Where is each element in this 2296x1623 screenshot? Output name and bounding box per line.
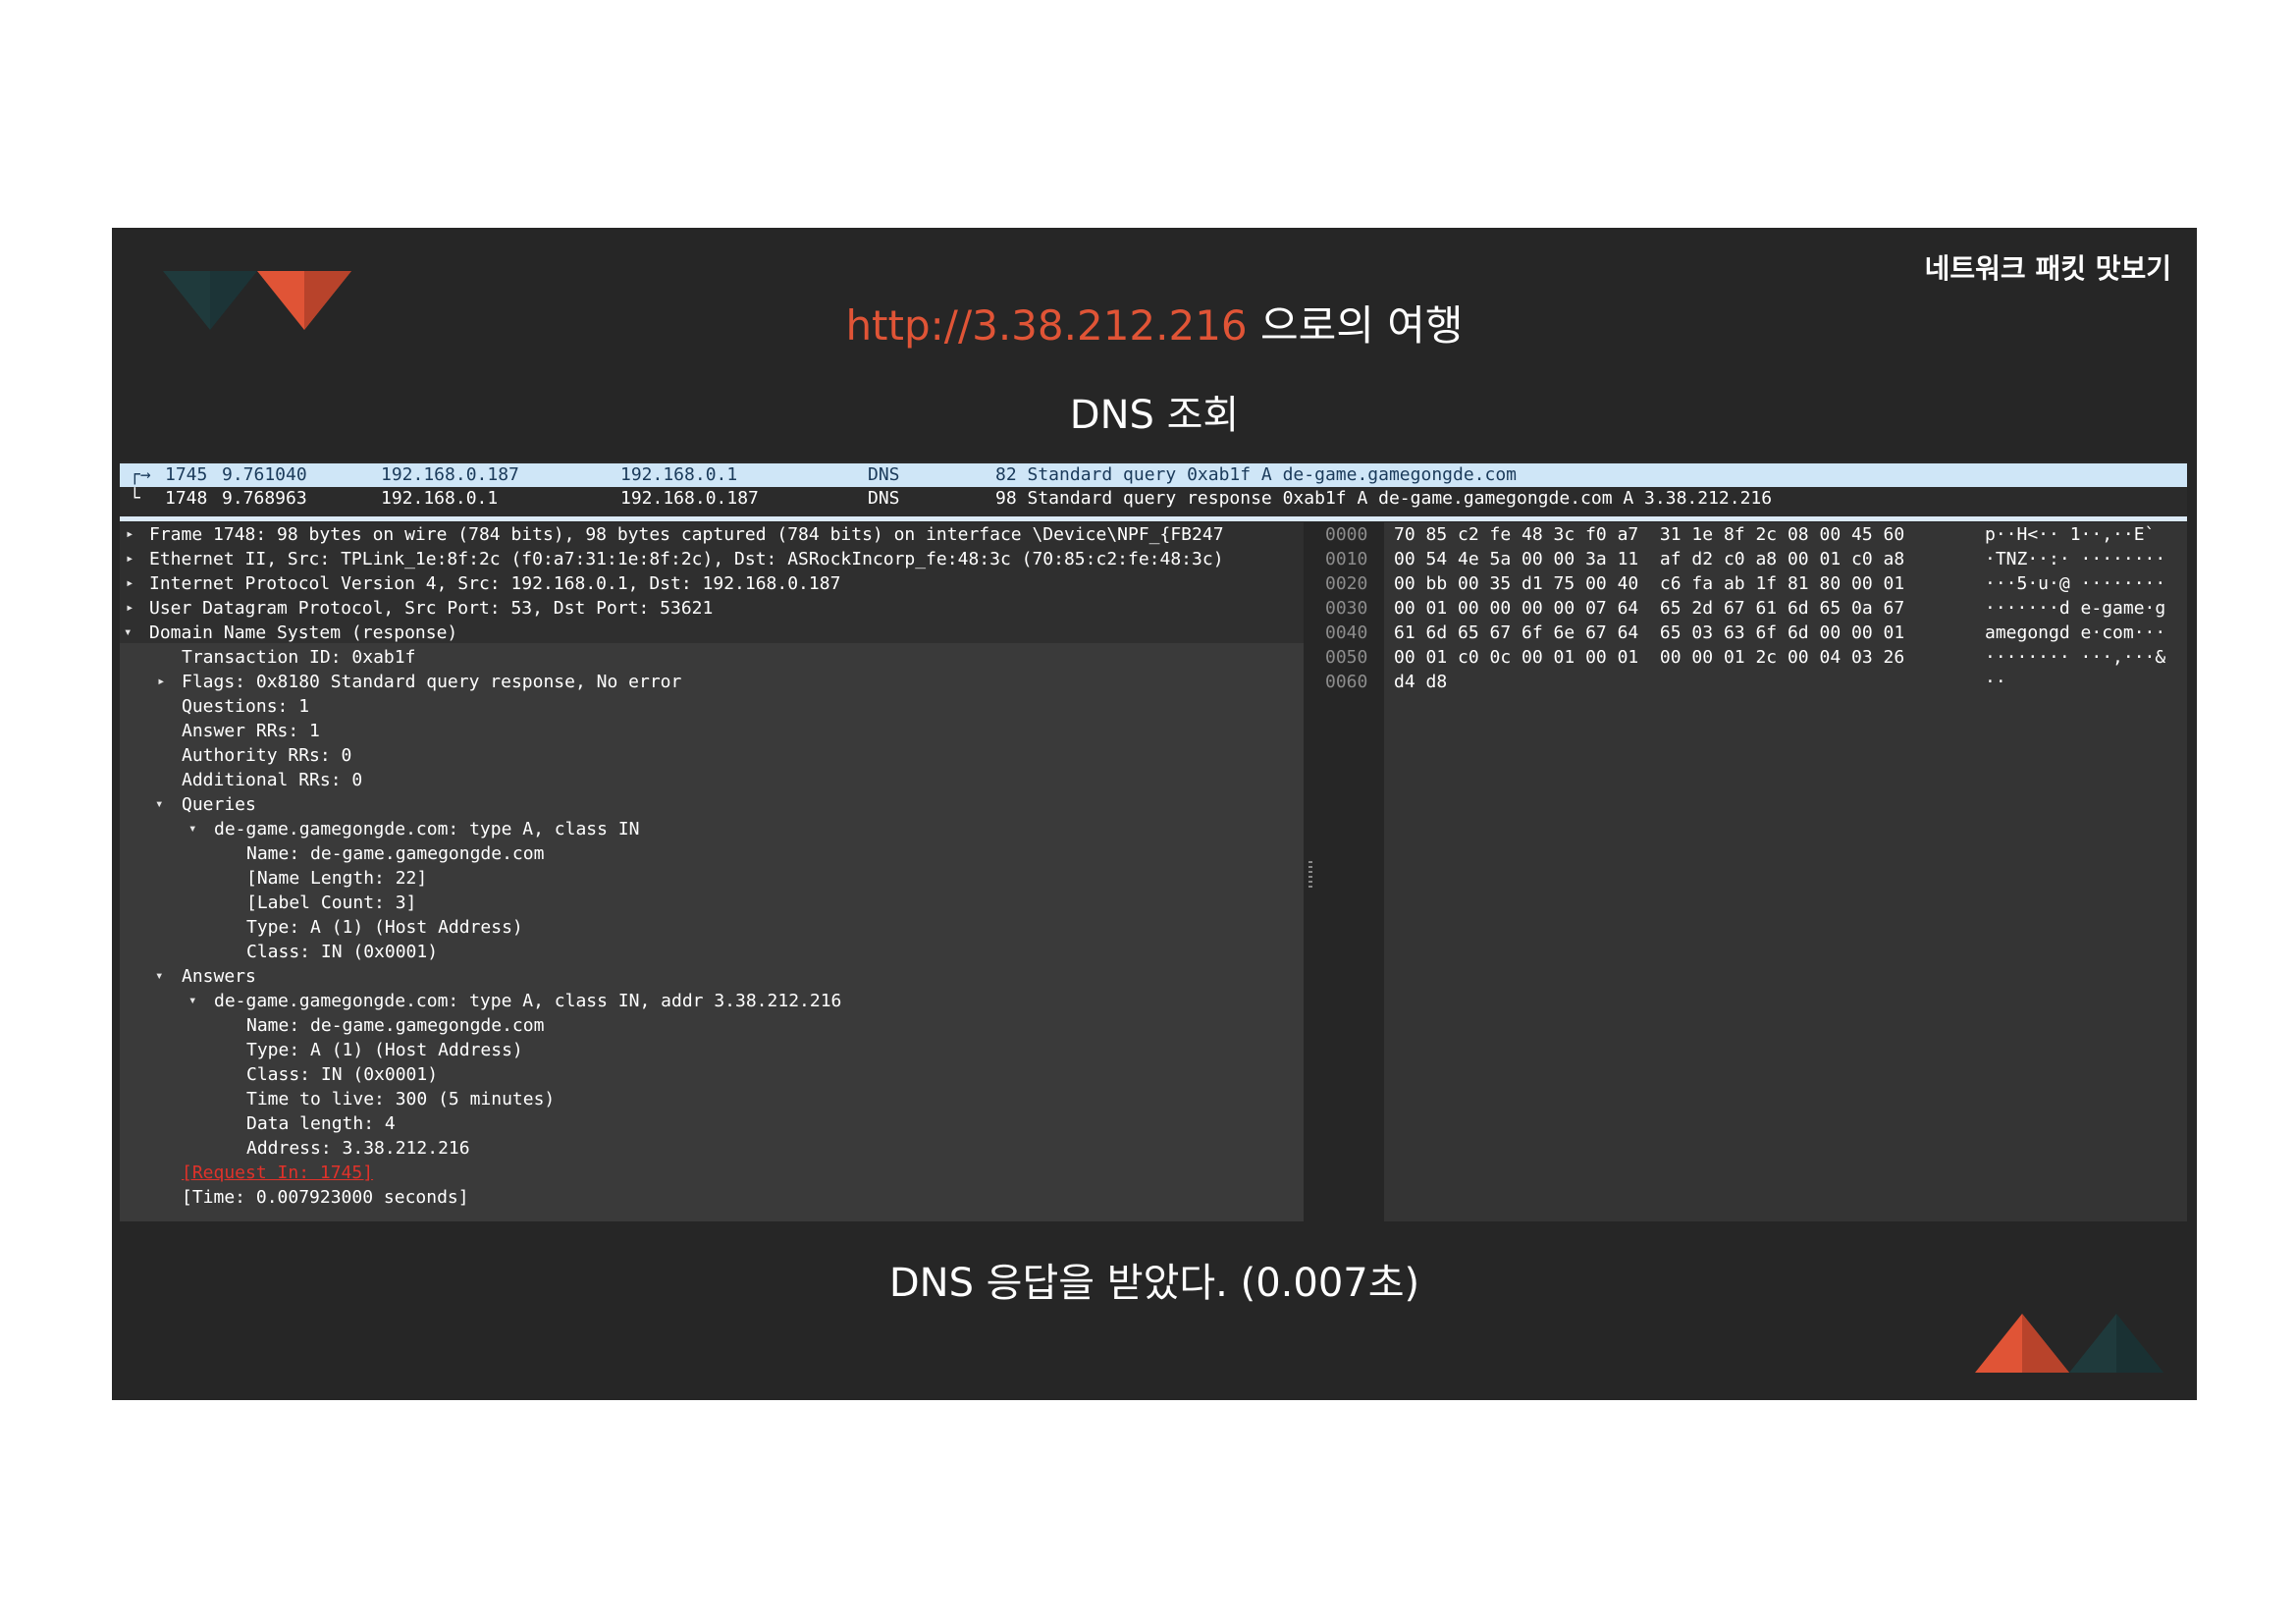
pane-splitter[interactable] <box>1306 522 1315 1221</box>
hex-ascii[interactable]: ·······d e-game·g <box>1985 596 2165 621</box>
hex-bytes[interactable]: 00 bb 00 35 d1 75 00 40 c6 fa ab 1f 81 8… <box>1394 571 1904 596</box>
expand-arrow-icon[interactable]: ▸ <box>126 526 133 542</box>
tree-item-query-entry[interactable]: de-game.gamegongde.com: type A, class IN <box>214 817 639 841</box>
hex-dump-pane[interactable]: 0000 70 85 c2 fe 48 3c f0 a7 31 1e 8f 2c… <box>1315 522 2187 1221</box>
tree-item-answer-ttl[interactable]: Time to live: 300 (5 minutes) <box>246 1087 555 1111</box>
hex-ascii[interactable]: ·· <box>1985 670 2006 694</box>
packet-time: 9.768963 <box>222 488 307 509</box>
tree-item-answer-class[interactable]: Class: IN (0x0001) <box>246 1062 438 1087</box>
hex-offset: 0030 <box>1325 598 1368 619</box>
packet-list[interactable]: ┌→ 1745 9.761040 192.168.0.187 192.168.0… <box>120 461 2187 521</box>
hex-offset: 0050 <box>1325 647 1368 668</box>
slide: 네트워크 패킷 맛보기 http://3.38.212.216 으로의 여행 D… <box>112 228 2197 1400</box>
hex-offset: 0010 <box>1325 549 1368 569</box>
packet-dst: 192.168.0.1 <box>620 464 738 485</box>
tree-item-ethernet[interactable]: Ethernet II, Src: TPLink_1e:8f:2c (f0:a7… <box>149 547 1224 571</box>
expand-arrow-icon[interactable]: ▸ <box>126 600 133 616</box>
tree-item-time[interactable]: [Time: 0.007923000 seconds] <box>182 1185 469 1210</box>
packet-info: 98 Standard query response 0xab1f A de-g… <box>995 488 1773 509</box>
tree-item-query-label-count[interactable]: [Label Count: 3] <box>246 891 416 915</box>
hex-bytes[interactable]: 00 01 c0 0c 00 01 00 01 00 00 01 2c 00 0… <box>1394 645 1904 670</box>
packet-src: 192.168.0.187 <box>381 464 519 485</box>
packet-dst: 192.168.0.187 <box>620 488 759 509</box>
packet-row[interactable]: ┌→ 1745 9.761040 192.168.0.187 192.168.0… <box>120 463 2187 487</box>
request-marker-icon: ┌→ <box>130 464 151 485</box>
hex-bytes[interactable]: 61 6d 65 67 6f 6e 67 64 65 03 63 6f 6d 0… <box>1394 621 1904 645</box>
hex-ascii[interactable]: ········ ···,···& <box>1985 645 2165 670</box>
expand-arrow-icon[interactable]: ▸ <box>126 575 133 591</box>
hex-offset: 0020 <box>1325 573 1368 594</box>
tree-item-query-type[interactable]: Type: A (1) (Host Address) <box>246 915 523 940</box>
packet-row[interactable]: └ 1748 9.768963 192.168.0.1 192.168.0.18… <box>120 487 2187 511</box>
expand-arrow-icon[interactable]: ▸ <box>157 674 165 689</box>
tree-item-frame[interactable]: Frame 1748: 98 bytes on wire (784 bits),… <box>149 522 1224 547</box>
logo-triangles-bottom <box>1975 1314 2163 1373</box>
hex-offset: 0060 <box>1325 672 1368 692</box>
tree-item-udp[interactable]: User Datagram Protocol, Src Port: 53, Ds… <box>149 596 713 621</box>
packet-info: 82 Standard query 0xab1f A de-game.gameg… <box>995 464 1518 485</box>
tree-item-answer-address[interactable]: Address: 3.38.212.216 <box>246 1136 470 1161</box>
tree-item-query-class[interactable]: Class: IN (0x0001) <box>246 940 438 964</box>
hex-offset: 0040 <box>1325 622 1368 643</box>
slide-subtitle: DNS 조회 <box>1069 393 1240 438</box>
packet-src: 192.168.0.1 <box>381 488 499 509</box>
packet-proto: DNS <box>868 464 900 485</box>
tree-item-query-name-length[interactable]: [Name Length: 22] <box>246 866 427 891</box>
hex-bytes[interactable]: d4 d8 <box>1394 670 1447 694</box>
collapse-arrow-icon[interactable]: ▾ <box>188 821 196 837</box>
title-rest: 으로의 여행 <box>1247 301 1464 350</box>
packet-no: 1745 <box>165 464 208 485</box>
tree-item-answers[interactable]: Answers <box>182 964 256 989</box>
hex-ascii[interactable]: ···5·u·@ ········ <box>1985 571 2165 596</box>
packet-time: 9.761040 <box>222 464 307 485</box>
tree-item-dns[interactable]: Domain Name System (response) <box>149 621 457 645</box>
collapse-arrow-icon[interactable]: ▾ <box>155 796 163 812</box>
packet-details-tree[interactable]: ▸ Frame 1748: 98 bytes on wire (784 bits… <box>120 522 1304 1221</box>
hex-bytes[interactable]: 70 85 c2 fe 48 3c f0 a7 31 1e 8f 2c 08 0… <box>1394 522 1904 547</box>
tree-item-transaction-id[interactable]: Transaction ID: 0xab1f <box>182 645 415 670</box>
title-url: http://3.38.212.216 <box>845 301 1248 350</box>
hex-ascii[interactable]: ·TNZ··:· ········ <box>1985 547 2165 571</box>
hex-bytes[interactable]: 00 54 4e 5a 00 00 3a 11 af d2 c0 a8 00 0… <box>1394 547 1904 571</box>
packet-no: 1748 <box>165 488 208 509</box>
hex-offset: 0000 <box>1325 524 1368 545</box>
hex-bytes[interactable]: 00 01 00 00 00 00 07 64 65 2d 67 61 6d 6… <box>1394 596 1904 621</box>
tree-item-answer-type[interactable]: Type: A (1) (Host Address) <box>246 1038 523 1062</box>
tree-item-flags[interactable]: Flags: 0x8180 Standard query response, N… <box>182 670 681 694</box>
corner-title: 네트워크 패킷 맛보기 <box>1924 252 2171 285</box>
tree-item-authority-rrs[interactable]: Authority RRs: 0 <box>182 743 351 768</box>
expand-arrow-icon[interactable]: ▸ <box>126 551 133 567</box>
tree-item-questions[interactable]: Questions: 1 <box>182 694 309 719</box>
collapse-arrow-icon[interactable]: ▾ <box>155 968 163 984</box>
tree-item-answer-data-length[interactable]: Data length: 4 <box>246 1111 396 1136</box>
hex-ascii[interactable]: p··H<·· 1··,··E` <box>1985 522 2155 547</box>
tree-item-ip[interactable]: Internet Protocol Version 4, Src: 192.16… <box>149 571 840 596</box>
request-in-link[interactable]: [Request In: 1745] <box>182 1161 373 1185</box>
collapse-arrow-icon[interactable]: ▾ <box>188 993 196 1008</box>
tree-item-additional-rrs[interactable]: Additional RRs: 0 <box>182 768 362 792</box>
tree-item-answer-entry[interactable]: de-game.gamegongde.com: type A, class IN… <box>214 989 841 1013</box>
packet-proto: DNS <box>868 488 900 509</box>
tree-item-queries[interactable]: Queries <box>182 792 256 817</box>
tree-item-query-name[interactable]: Name: de-game.gamegongde.com <box>246 841 544 866</box>
slide-caption: DNS 응답을 받았다. (0.007초) <box>888 1261 1420 1306</box>
splitter-grip-icon <box>1308 861 1312 891</box>
slide-title: http://3.38.212.216 으로의 여행 <box>112 293 2197 352</box>
hex-ascii[interactable]: amegongd e·com··· <box>1985 621 2165 645</box>
response-marker-icon: └ <box>130 488 140 509</box>
collapse-arrow-icon[interactable]: ▾ <box>124 624 132 640</box>
tree-item-answer-name[interactable]: Name: de-game.gamegongde.com <box>246 1013 544 1038</box>
tree-item-answer-rrs[interactable]: Answer RRs: 1 <box>182 719 320 743</box>
